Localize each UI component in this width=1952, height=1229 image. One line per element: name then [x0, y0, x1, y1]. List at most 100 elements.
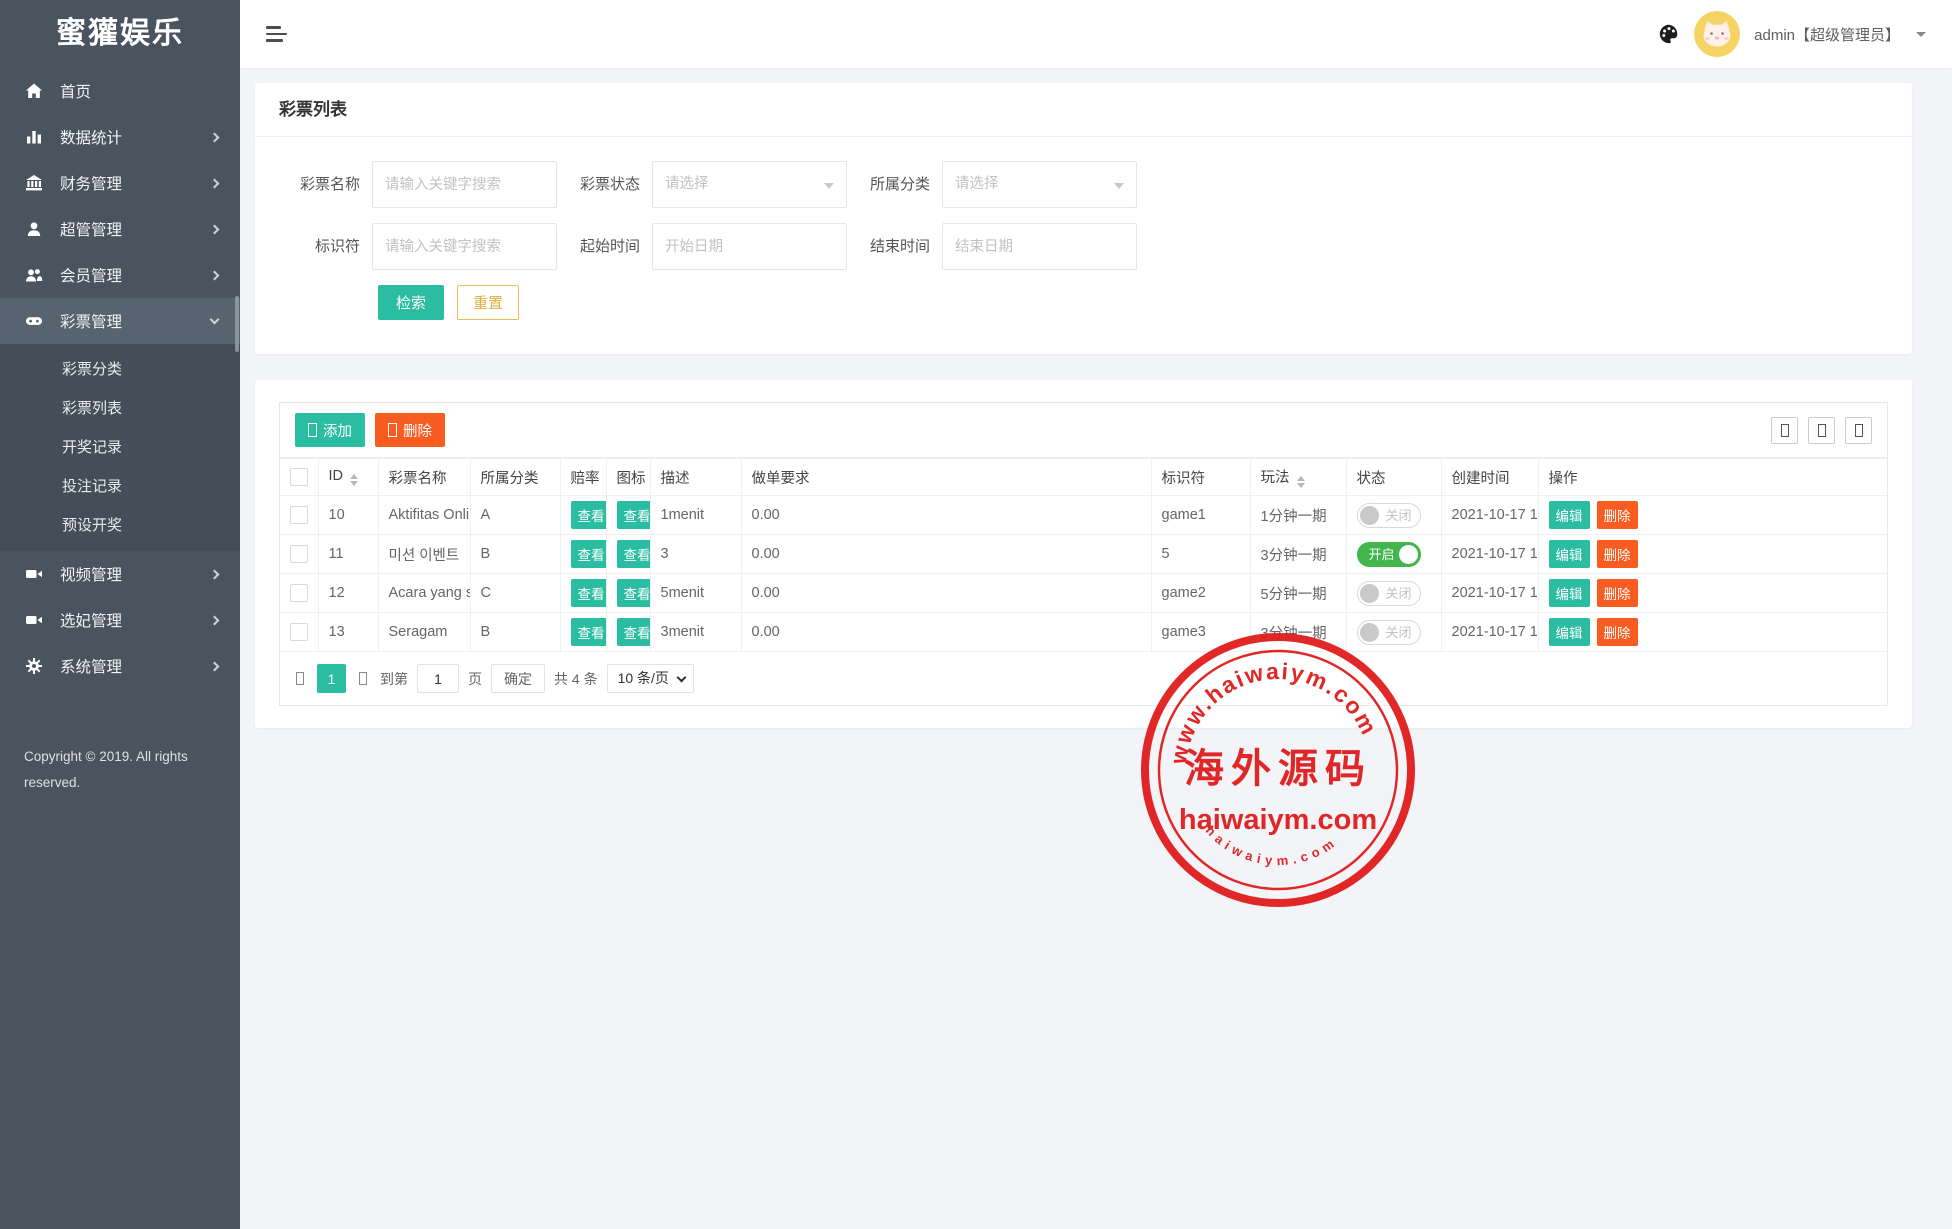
sidebar-item-home[interactable]: 首页: [0, 68, 240, 114]
edit-button[interactable]: 编辑: [1549, 618, 1590, 646]
start-date-input[interactable]: [652, 223, 847, 270]
table-header-row: ID 彩票名称 所属分类 赔率 图标 描述 做单要求 标识符 玩法 状态 创建时…: [280, 459, 1887, 496]
current-page-button[interactable]: 1: [317, 664, 346, 693]
placeholder-icon: [1855, 424, 1863, 437]
sidebar-item-draw-records[interactable]: 开奖记录: [0, 428, 240, 467]
sidebar-item-concubine[interactable]: 选妃管理: [0, 597, 240, 643]
view-odds-button[interactable]: 查看: [571, 579, 607, 607]
view-odds-button[interactable]: 查看: [571, 618, 607, 646]
status-toggle[interactable]: 关闭: [1357, 620, 1421, 645]
reset-button[interactable]: 重置: [457, 285, 519, 320]
column-header-identifier: 标识符: [1151, 459, 1250, 496]
end-date-input[interactable]: [942, 223, 1137, 270]
gear-icon: [24, 657, 44, 675]
toggle-knob: [1360, 506, 1379, 525]
view-odds-button[interactable]: 查看: [571, 540, 607, 568]
gamepad-icon: [24, 312, 44, 330]
placeholder-icon: [296, 672, 304, 685]
page-title: 彩票列表: [255, 83, 1912, 137]
sidebar-item-lottery[interactable]: 彩票管理: [0, 298, 240, 344]
chevron-right-icon: [210, 615, 220, 625]
view-icon-button[interactable]: 查看: [617, 540, 651, 568]
sidebar-item-lottery-category[interactable]: 彩票分类: [0, 350, 240, 389]
avatar[interactable]: [1694, 11, 1740, 57]
row-checkbox[interactable]: [290, 545, 308, 563]
table-card: 添加 删除: [255, 380, 1912, 728]
lottery-name-input[interactable]: [372, 161, 557, 208]
user-menu[interactable]: admin【超级管理员】: [1754, 24, 1900, 45]
goto-label: 到第: [380, 669, 408, 689]
column-header-status: 状态: [1346, 459, 1441, 496]
row-delete-button[interactable]: 删除: [1597, 618, 1638, 646]
edit-button[interactable]: 编辑: [1549, 579, 1590, 607]
search-button[interactable]: 检索: [378, 285, 444, 320]
lottery-name-label: 彩票名称: [279, 161, 372, 208]
category-select[interactable]: 请选择: [942, 161, 1137, 208]
view-icon-button[interactable]: 查看: [617, 579, 651, 607]
table-tool-filter-button[interactable]: [1771, 417, 1798, 444]
sidebar-item-finance[interactable]: 财务管理: [0, 160, 240, 206]
chevron-down-icon: [676, 673, 686, 683]
add-button[interactable]: 添加: [295, 413, 365, 447]
sidebar-item-system[interactable]: 系统管理: [0, 643, 240, 689]
sort-icon[interactable]: [1297, 476, 1305, 488]
row-delete-button[interactable]: 删除: [1597, 579, 1638, 607]
sidebar-item-members[interactable]: 会员管理: [0, 252, 240, 298]
lottery-status-label: 彩票状态: [559, 161, 652, 208]
status-toggle[interactable]: 关闭: [1357, 503, 1421, 528]
sidebar-item-lottery-list[interactable]: 彩票列表: [0, 389, 240, 428]
row-delete-button[interactable]: 删除: [1597, 540, 1638, 568]
home-icon: [24, 82, 44, 100]
goto-page-input[interactable]: [417, 664, 459, 693]
edit-button[interactable]: 编辑: [1549, 540, 1590, 568]
cell-id: 12: [318, 574, 378, 613]
row-checkbox[interactable]: [290, 584, 308, 602]
sidebar-item-preset-draw[interactable]: 预设开奖: [0, 506, 240, 545]
row-checkbox[interactable]: [290, 506, 308, 524]
row-delete-button[interactable]: 删除: [1597, 501, 1638, 529]
chevron-down-icon: [1916, 32, 1926, 37]
goto-confirm-button[interactable]: 确定: [491, 664, 545, 693]
identifier-label: 标识符: [279, 223, 372, 270]
user-icon: [24, 220, 44, 238]
cell-id: 10: [318, 496, 378, 535]
column-header-play: 玩法: [1261, 470, 1290, 486]
column-header-requirement: 做单要求: [741, 459, 1151, 496]
select-placeholder: 请选择: [665, 176, 709, 192]
delete-button[interactable]: 删除: [375, 413, 445, 447]
next-page-button[interactable]: [355, 672, 371, 685]
cell-id: 13: [318, 613, 378, 652]
status-toggle[interactable]: 关闭: [1357, 581, 1421, 606]
sidebar-item-label: 选妃管理: [60, 609, 122, 631]
table-tool-export-button[interactable]: [1808, 417, 1835, 444]
cell-name: Seragam: [378, 613, 470, 652]
sidebar-item-label: 数据统计: [60, 126, 122, 148]
page-size-select[interactable]: 10 条/页: [607, 664, 694, 693]
table-tool-print-button[interactable]: [1845, 417, 1872, 444]
lottery-status-select[interactable]: 请选择: [652, 161, 847, 208]
cell-identifier: game3: [1151, 613, 1250, 652]
cell-desc: 3menit: [650, 613, 741, 652]
sidebar-scrollbar[interactable]: [235, 296, 239, 352]
sidebar-item-bet-records[interactable]: 投注记录: [0, 467, 240, 506]
cell-category: C: [470, 574, 560, 613]
cell-requirement: 0.00: [741, 574, 1151, 613]
bank-icon: [24, 174, 44, 192]
start-time-label: 起始时间: [559, 223, 652, 270]
row-checkbox[interactable]: [290, 623, 308, 641]
sort-icon[interactable]: [350, 474, 358, 486]
edit-button[interactable]: 编辑: [1549, 501, 1590, 529]
status-toggle[interactable]: 开启: [1357, 542, 1421, 567]
view-icon-button[interactable]: 查看: [617, 618, 651, 646]
menu-toggle-button[interactable]: [266, 26, 287, 42]
view-icon-button[interactable]: 查看: [617, 501, 651, 529]
sidebar-item-statistics[interactable]: 数据统计: [0, 114, 240, 160]
sidebar-item-superadmin[interactable]: 超管管理: [0, 206, 240, 252]
identifier-input[interactable]: [372, 223, 557, 270]
cell-name: 미션 이벤트: [378, 535, 470, 574]
sidebar-item-video[interactable]: 视频管理: [0, 551, 240, 597]
theme-palette-icon[interactable]: [1658, 23, 1680, 45]
view-odds-button[interactable]: 查看: [571, 501, 607, 529]
select-all-checkbox[interactable]: [290, 468, 308, 486]
prev-page-button[interactable]: [292, 672, 308, 685]
